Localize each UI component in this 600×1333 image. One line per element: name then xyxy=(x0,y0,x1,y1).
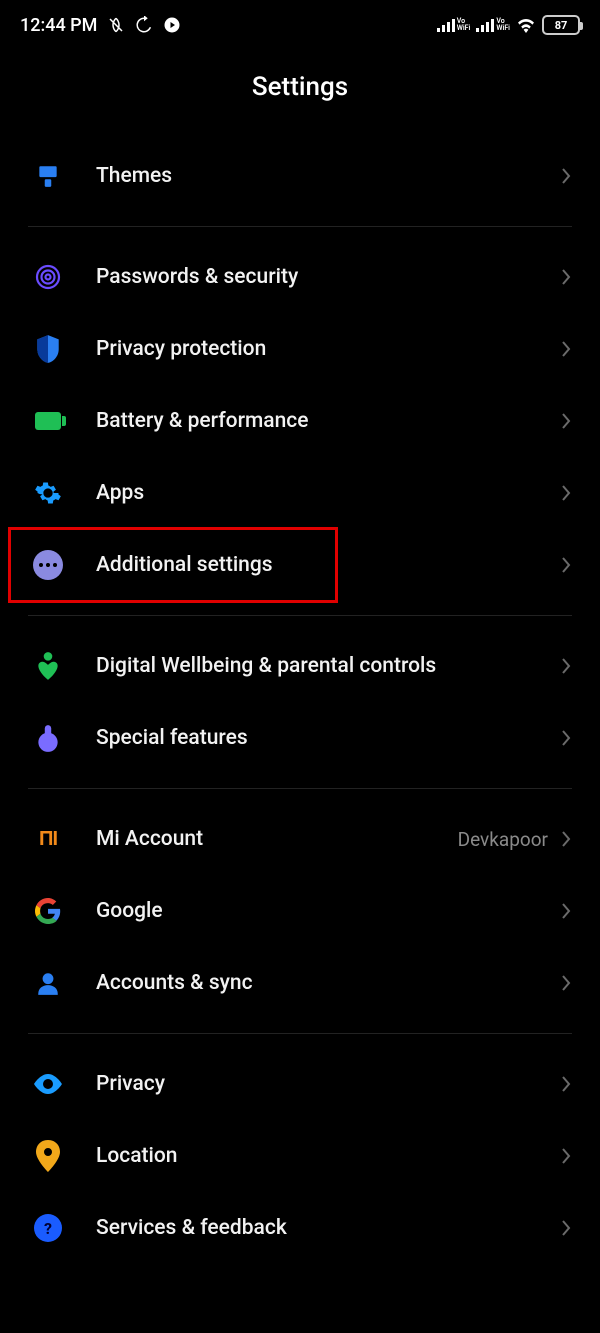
mi-logo-icon: ΠI xyxy=(32,823,64,855)
status-time: 12:44 PM xyxy=(20,15,97,36)
vowifi-1-label: VoWiFi xyxy=(457,18,471,32)
chevron-right-icon xyxy=(560,902,572,920)
help-icon: ? xyxy=(32,1212,64,1244)
chevron-right-icon xyxy=(560,556,572,574)
row-privacy-protection[interactable]: Privacy protection xyxy=(28,313,572,385)
gear-icon xyxy=(32,477,64,509)
page-header: Settings xyxy=(0,50,600,140)
row-value: Devkapoor xyxy=(458,828,548,851)
status-right: VoWiFi VoWiFi 87 xyxy=(437,15,580,35)
mute-icon xyxy=(107,16,125,34)
row-label: Privacy xyxy=(96,1072,560,1096)
row-mi-account[interactable]: ΠI Mi Account Devkapoor xyxy=(28,803,572,875)
status-left: 12:44 PM xyxy=(20,15,181,36)
row-wellbeing[interactable]: Digital Wellbeing & parental controls xyxy=(28,630,572,702)
eye-icon xyxy=(32,1068,64,1100)
page-title: Settings xyxy=(0,72,600,102)
settings-group-accounts: ΠI Mi Account Devkapoor Google Accounts … xyxy=(28,803,572,1034)
chevron-right-icon xyxy=(560,974,572,992)
battery-icon xyxy=(32,405,64,437)
person-icon xyxy=(32,967,64,999)
row-label: Privacy protection xyxy=(96,337,560,361)
row-apps[interactable]: Apps xyxy=(28,457,572,529)
settings-group-themes: Themes xyxy=(28,140,572,227)
row-label: Additional settings xyxy=(96,553,560,577)
row-location[interactable]: Location xyxy=(28,1120,572,1192)
row-google[interactable]: Google xyxy=(28,875,572,947)
signal-2-icon: VoWiFi xyxy=(476,18,510,32)
flask-icon xyxy=(32,722,64,754)
battery-icon: 87 xyxy=(542,15,580,35)
chevron-right-icon xyxy=(560,484,572,502)
row-label: Battery & performance xyxy=(96,409,560,433)
signal-1-icon: VoWiFi xyxy=(437,18,471,32)
row-privacy[interactable]: Privacy xyxy=(28,1048,572,1120)
row-battery[interactable]: Battery & performance xyxy=(28,385,572,457)
row-label: Apps xyxy=(96,481,560,505)
row-additional-settings[interactable]: Additional settings xyxy=(28,529,572,601)
play-icon xyxy=(163,16,181,34)
row-accounts-sync[interactable]: Accounts & sync xyxy=(28,947,572,1019)
row-themes[interactable]: Themes xyxy=(28,140,572,212)
row-label: Services & feedback xyxy=(96,1216,560,1240)
heart-person-icon xyxy=(32,650,64,682)
chevron-right-icon xyxy=(560,1075,572,1093)
row-label: Themes xyxy=(96,164,560,188)
chevron-right-icon xyxy=(560,1219,572,1237)
row-label: Mi Account xyxy=(96,827,458,851)
row-special-features[interactable]: Special features xyxy=(28,702,572,774)
row-label: Passwords & security xyxy=(96,265,560,289)
status-bar: 12:44 PM VoWiFi VoWiFi 87 xyxy=(0,0,600,50)
row-label: Location xyxy=(96,1144,560,1168)
chevron-right-icon xyxy=(560,340,572,358)
chevron-right-icon xyxy=(560,1147,572,1165)
row-services-feedback[interactable]: ? Services & feedback xyxy=(28,1192,572,1264)
settings-group-security: Passwords & security Privacy protection … xyxy=(28,241,572,616)
chevron-right-icon xyxy=(560,412,572,430)
location-pin-icon xyxy=(32,1140,64,1172)
row-label: Special features xyxy=(96,726,560,750)
chevron-right-icon xyxy=(560,657,572,675)
more-icon xyxy=(32,549,64,581)
chevron-right-icon xyxy=(560,167,572,185)
shield-icon xyxy=(32,333,64,365)
battery-level: 87 xyxy=(555,19,568,32)
chevron-right-icon xyxy=(560,268,572,286)
row-label: Accounts & sync xyxy=(96,971,560,995)
chevron-right-icon xyxy=(560,830,572,848)
settings-group-system: Privacy Location ? Services & feedback xyxy=(28,1048,572,1278)
sync-icon xyxy=(135,16,153,34)
settings-group-wellbeing: Digital Wellbeing & parental controls Sp… xyxy=(28,630,572,789)
row-passwords[interactable]: Passwords & security xyxy=(28,241,572,313)
themes-icon xyxy=(32,160,64,192)
chevron-right-icon xyxy=(560,729,572,747)
vowifi-2-label: VoWiFi xyxy=(496,18,510,32)
google-logo-icon xyxy=(32,895,64,927)
row-label: Google xyxy=(96,899,560,923)
fingerprint-icon xyxy=(32,261,64,293)
row-label: Digital Wellbeing & parental controls xyxy=(96,654,560,678)
wifi-icon xyxy=(516,17,536,33)
